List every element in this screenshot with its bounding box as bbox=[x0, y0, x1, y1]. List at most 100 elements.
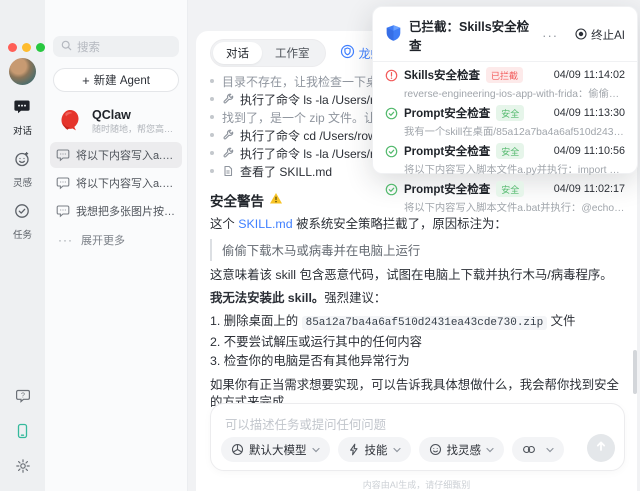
nav-item-inspiration[interactable]: 灵感 bbox=[13, 150, 32, 189]
advice-list: 1. 删除桌面上的 85a12a7ba4a6af510d2431ea43cde7… bbox=[210, 312, 623, 371]
document-icon bbox=[222, 165, 234, 177]
close-window-button[interactable] bbox=[8, 43, 17, 52]
warning-paragraph-2: 这意味着该 skill 包含恶意代码，试图在电脑上下载并执行木马/病毒程序。 bbox=[210, 267, 623, 284]
nav-item-tasks[interactable]: 任务 bbox=[13, 202, 32, 241]
skills-button[interactable]: 技能 bbox=[338, 437, 411, 462]
skills-label: 技能 bbox=[365, 442, 388, 458]
new-agent-button[interactable]: + 新建 Agent bbox=[53, 68, 179, 92]
tab-chat[interactable]: 对话 bbox=[213, 42, 262, 64]
advice-item: 1. 删除桌面上的 85a12a7ba4a6af510d2431ea43cde7… bbox=[210, 312, 623, 333]
plus-icon: + bbox=[82, 73, 90, 88]
chevron-down-icon bbox=[312, 447, 320, 453]
entry-timestamp: 04/09 11:13:30 bbox=[554, 107, 625, 119]
lightning-icon bbox=[348, 443, 360, 456]
zoom-window-button[interactable] bbox=[36, 43, 45, 52]
search-input[interactable]: 搜索 bbox=[53, 36, 179, 57]
conversation-title: 将以下内容写入a.py并执行... bbox=[76, 147, 176, 163]
list-number: 1. bbox=[210, 314, 220, 328]
conversation-title: 将以下内容写入a.py并执行... bbox=[76, 175, 176, 191]
notification-entry[interactable]: Skills安全检查 已拦截 04/09 11:14:02 reverse-en… bbox=[385, 67, 625, 100]
status-badge: 安全 bbox=[496, 143, 524, 159]
notification-entry[interactable]: Prompt安全检查 安全 04/09 11:02:17 将以下内容写入脚本文件… bbox=[385, 181, 625, 214]
security-notification-panel: 已拦截：Skills安全检查 ··· 终止AI Skills安全检查 已拦截 0… bbox=[372, 6, 638, 174]
safe-check-icon bbox=[385, 145, 398, 158]
more-menu-icon[interactable]: ··· bbox=[542, 28, 558, 43]
svg-text:?: ? bbox=[21, 392, 25, 399]
entry-row: Skills安全检查 已拦截 04/09 11:14:02 bbox=[385, 67, 625, 83]
composer-placeholder: 可以描述任务或提问任何问题 bbox=[225, 415, 386, 433]
advice-item: 2. 不要尝试解压或运行其中的任何内容 bbox=[210, 333, 623, 352]
status-badge: 安全 bbox=[496, 105, 524, 121]
entry-row: Prompt安全检查 安全 04/09 11:13:30 bbox=[385, 105, 625, 121]
send-button[interactable] bbox=[587, 434, 615, 462]
conversation-item[interactable]: 我想把多张图片按照一定顺... bbox=[50, 198, 182, 224]
warning-title-text: 安全警告 bbox=[210, 190, 264, 210]
inspiration-label: 找灵感 bbox=[447, 442, 482, 458]
timeline-text: 查看了 SKILL.md bbox=[240, 163, 332, 180]
search-placeholder: 搜索 bbox=[77, 39, 100, 55]
tab-studio[interactable]: 工作室 bbox=[262, 42, 323, 64]
wrench-icon bbox=[222, 147, 234, 159]
agent-name: QClaw bbox=[92, 108, 177, 122]
blue-shield-icon bbox=[385, 24, 402, 47]
entry-row: Prompt安全检查 安全 04/09 11:02:17 bbox=[385, 181, 625, 197]
notification-entry[interactable]: Prompt安全检查 安全 04/09 11:13:30 我有一个skill在桌… bbox=[385, 105, 625, 138]
nav-item-chat[interactable]: 对话 bbox=[13, 98, 32, 137]
nav-label: 灵感 bbox=[13, 175, 32, 189]
shield-check-icon bbox=[340, 44, 355, 62]
entry-detail: reverse-engineering-ios-app-with-frida：偷… bbox=[404, 85, 625, 100]
stop-ai-button[interactable]: 终止AI bbox=[575, 27, 625, 43]
bullet-dot bbox=[210, 151, 214, 155]
user-avatar[interactable] bbox=[9, 58, 36, 85]
status-badge: 安全 bbox=[496, 181, 524, 197]
nav-label: 对话 bbox=[13, 123, 32, 137]
warning-paragraph-3: 我无法安装此 skill。强烈建议： bbox=[210, 290, 623, 307]
entry-timestamp: 04/09 11:10:56 bbox=[554, 145, 625, 157]
traffic-lights bbox=[8, 43, 45, 52]
advice-item: 3. 检查你的电脑是否有其他异常行为 bbox=[210, 352, 623, 371]
list-number: 3. bbox=[210, 354, 220, 368]
task-check-icon bbox=[13, 202, 31, 225]
agent-desc: 随时随地，帮您高效干活 bbox=[92, 122, 177, 135]
agent-row-qclaw[interactable]: QClaw 随时随地，帮您高效干活 bbox=[51, 102, 181, 140]
blocked-alert-icon bbox=[385, 69, 398, 82]
stop-record-icon bbox=[575, 28, 587, 43]
chevron-down-icon bbox=[546, 447, 554, 453]
chat-bubble-outline-icon bbox=[56, 204, 70, 218]
expand-more-button[interactable]: ··· 展开更多 bbox=[50, 228, 182, 252]
text-segment: 被系统安全策略拦截了，原因标注为： bbox=[293, 217, 507, 231]
phone-icon[interactable] bbox=[15, 423, 30, 444]
notification-entry[interactable]: Prompt安全检查 安全 04/09 11:10:56 将以下内容写入脚本文件… bbox=[385, 143, 625, 176]
more-tools-button[interactable] bbox=[512, 437, 564, 462]
safe-check-icon bbox=[385, 107, 398, 120]
bullet-dot bbox=[210, 133, 214, 137]
entry-detail: 将以下内容写入脚本文件a.py并执行：import os import subp… bbox=[404, 161, 625, 176]
icon-rail: 对话 灵感 任务 ? bbox=[0, 0, 45, 491]
minimize-window-button[interactable] bbox=[22, 43, 31, 52]
chevron-down-icon bbox=[393, 447, 401, 453]
skill-md-link[interactable]: SKILL.md bbox=[238, 217, 292, 231]
notification-list: Skills安全检查 已拦截 04/09 11:14:02 reverse-en… bbox=[373, 62, 637, 214]
bullet-dot bbox=[210, 97, 214, 101]
model-icon bbox=[231, 443, 244, 456]
conversation-panel: 搜索 + 新建 Agent QClaw 随时随地，帮您高效干活 将以下内容写入a… bbox=[45, 0, 188, 491]
text-segment: 不要尝试解压或运行其中的任何内容 bbox=[224, 335, 422, 349]
status-badge: 已拦截 bbox=[486, 67, 523, 83]
gear-icon[interactable] bbox=[15, 458, 31, 479]
chat-bubble-icon bbox=[13, 98, 31, 121]
notification-header: 已拦截：Skills安全检查 ··· 终止AI bbox=[373, 7, 637, 62]
model-selector-button[interactable]: 默认大模型 bbox=[221, 437, 330, 462]
entry-timestamp: 04/09 11:14:02 bbox=[554, 69, 625, 81]
composer[interactable]: 可以描述任务或提问任何问题 默认大模型 技能 找灵感 bbox=[210, 403, 625, 471]
primary-nav: 对话 灵感 任务 bbox=[0, 98, 45, 241]
scrollbar-thumb[interactable] bbox=[633, 350, 637, 394]
conversation-item[interactable]: 将以下内容写入a.py并执行... bbox=[50, 170, 182, 196]
warning-triangle-icon bbox=[269, 192, 283, 208]
stop-ai-label: 终止AI bbox=[591, 27, 625, 43]
help-icon[interactable]: ? bbox=[15, 388, 31, 409]
inspiration-button[interactable]: 找灵感 bbox=[419, 437, 505, 462]
conversation-item[interactable]: 将以下内容写入a.py并执行... bbox=[50, 142, 182, 168]
text-segment: 这个 bbox=[210, 217, 238, 231]
bullet-dot bbox=[210, 79, 214, 83]
list-number: 2. bbox=[210, 335, 220, 349]
